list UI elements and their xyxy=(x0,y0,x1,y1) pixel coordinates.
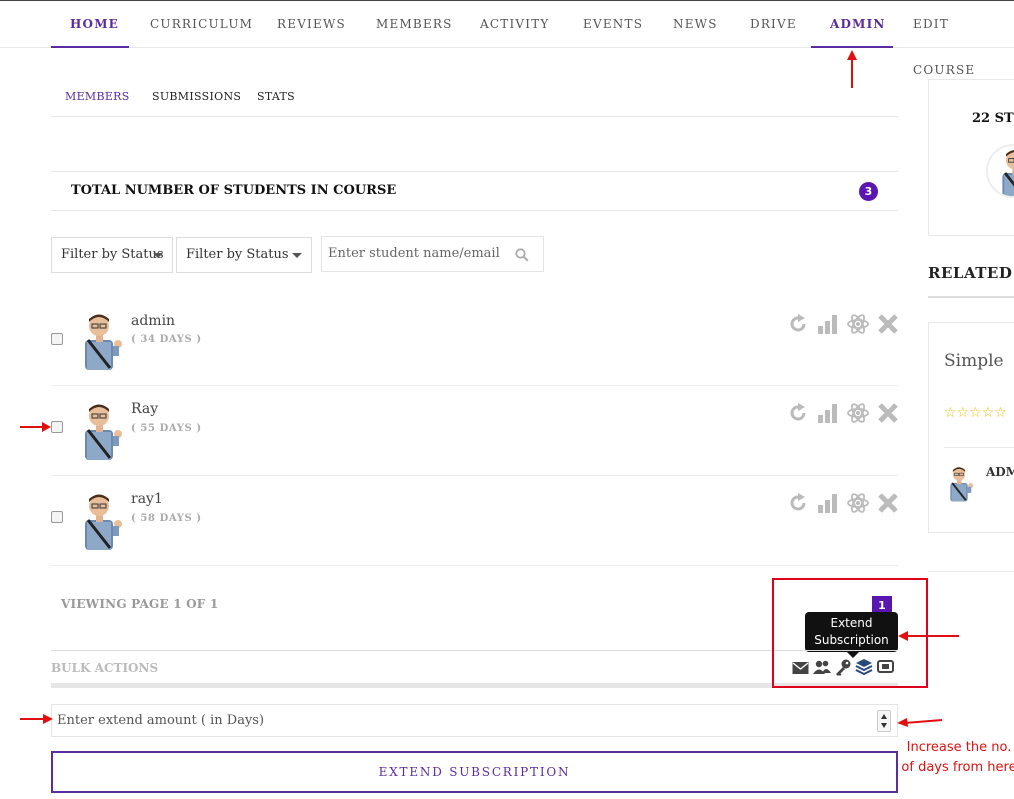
annotation-arrow-left-icon xyxy=(897,718,943,727)
atom-icon[interactable] xyxy=(847,313,869,335)
student-search-input[interactable] xyxy=(322,237,502,269)
students-widget-avatar xyxy=(986,144,1014,198)
student-avatar xyxy=(83,493,124,550)
status-filter-select-1[interactable]: Filter by Status xyxy=(51,237,173,273)
annotation-note: Increase the no. of days from here xyxy=(899,738,1014,778)
related-course-title[interactable]: Simple xyxy=(944,351,1004,371)
nav-curriculum[interactable]: CURRICULUM xyxy=(150,1,253,49)
extend-amount-input[interactable] xyxy=(52,705,852,736)
student-days: ( 58 DAYS ) xyxy=(131,513,202,524)
student-avatar xyxy=(83,403,124,460)
admin-subnav: MEMBERS SUBMISSIONS STATS xyxy=(51,78,898,117)
student-checkbox[interactable] xyxy=(51,421,63,433)
bulk-actions-label: BULK ACTIONS xyxy=(51,661,159,675)
status-filter-2-value: Filter by Status xyxy=(186,247,289,262)
subnav-members[interactable]: MEMBERS xyxy=(65,90,130,103)
nav-home[interactable]: HOME xyxy=(70,1,119,49)
subnav-stats[interactable]: STATS xyxy=(257,90,295,103)
annotation-arrow-right-icon xyxy=(20,714,53,724)
annotation-arrow-right-icon xyxy=(20,422,51,432)
total-students-label: TOTAL NUMBER OF STUDENTS IN COURSE xyxy=(71,183,397,198)
nav-edit-course[interactable]: EDIT COURSE xyxy=(913,1,1014,77)
status-filter-select-2[interactable]: Filter by Status xyxy=(176,237,312,273)
atom-icon[interactable] xyxy=(847,492,869,514)
subnav-submissions[interactable]: SUBMISSIONS xyxy=(152,90,241,103)
students-widget: 22 STU xyxy=(928,79,1014,236)
reset-icon[interactable] xyxy=(787,402,809,424)
annotation-arrow-left-icon xyxy=(898,631,959,641)
extend-subscription-button[interactable]: EXTEND SUBSCRIPTION xyxy=(51,751,898,793)
rating-stars: ☆☆☆☆☆ xyxy=(944,405,1007,421)
annotation-note-line-1: Increase the no. xyxy=(906,740,1012,755)
annotation-note-line-2: of days from here xyxy=(901,760,1014,775)
student-actions xyxy=(787,313,899,337)
student-name[interactable]: Ray xyxy=(131,401,158,417)
nav-news[interactable]: NEWS xyxy=(673,1,718,49)
remove-icon[interactable] xyxy=(877,492,899,514)
remove-icon[interactable] xyxy=(877,313,899,335)
search-icon[interactable] xyxy=(515,248,529,262)
stats-icon[interactable] xyxy=(817,402,839,424)
nav-admin[interactable]: ADMIN xyxy=(830,1,886,49)
status-filter-1-value: Filter by Status xyxy=(61,247,164,262)
nav-reviews[interactable]: REVIEWS xyxy=(277,1,346,49)
student-row: admin ( 34 DAYS ) xyxy=(51,296,898,386)
total-students-bar: TOTAL NUMBER OF STUDENTS IN COURSE 3 xyxy=(51,171,898,211)
student-checkbox[interactable] xyxy=(51,511,63,523)
author-avatar xyxy=(949,466,975,503)
stepper-down-icon[interactable] xyxy=(881,723,887,728)
related-divider xyxy=(928,296,1014,298)
stats-icon[interactable] xyxy=(817,313,839,335)
caret-down-icon xyxy=(153,253,163,258)
nav-home-underline xyxy=(51,46,129,48)
students-widget-count: 22 STU xyxy=(972,111,1014,126)
nav-members[interactable]: MEMBERS xyxy=(376,1,453,49)
card-divider xyxy=(944,447,1014,448)
reset-icon[interactable] xyxy=(787,313,809,335)
bulk-actions-bar: BULK ACTIONS xyxy=(51,650,898,688)
sidebar-divider xyxy=(928,571,1014,572)
student-actions xyxy=(787,402,899,426)
student-checkbox[interactable] xyxy=(51,333,63,345)
extend-amount-stepper[interactable] xyxy=(877,710,891,732)
related-course-card[interactable]: Simple ☆☆☆☆☆ ADM xyxy=(928,322,1014,533)
student-row: ray1 ( 58 DAYS ) xyxy=(51,476,898,566)
remove-icon[interactable] xyxy=(877,402,899,424)
top-navigation: HOME CURRICULUM REVIEWS MEMBERS ACTIVITY… xyxy=(0,0,1014,77)
nav-events[interactable]: EVENTS xyxy=(583,1,643,49)
related-courses-heading: RELATED C xyxy=(928,264,1014,282)
stepper-up-icon[interactable] xyxy=(881,714,887,719)
stats-icon[interactable] xyxy=(817,492,839,514)
pagination-text: VIEWING PAGE 1 OF 1 xyxy=(61,597,219,611)
reset-icon[interactable] xyxy=(787,492,809,514)
total-students-count-badge: 3 xyxy=(859,182,878,201)
nav-drive[interactable]: DRIVE xyxy=(750,1,797,49)
course-author[interactable]: ADM xyxy=(986,465,1014,479)
student-days: ( 34 DAYS ) xyxy=(131,334,202,345)
student-search xyxy=(321,236,544,272)
nav-admin-underline xyxy=(811,46,893,48)
student-actions xyxy=(787,492,899,516)
student-name[interactable]: ray1 xyxy=(131,491,163,507)
annotation-arrow-up-icon xyxy=(847,50,857,88)
student-days: ( 55 DAYS ) xyxy=(131,423,202,434)
atom-icon[interactable] xyxy=(847,402,869,424)
student-avatar xyxy=(83,313,124,370)
student-name[interactable]: admin xyxy=(131,313,175,329)
extend-amount-field xyxy=(51,704,898,737)
nav-activity[interactable]: ACTIVITY xyxy=(480,1,550,49)
student-row: Ray ( 55 DAYS ) xyxy=(51,386,898,476)
caret-down-icon xyxy=(292,253,302,258)
